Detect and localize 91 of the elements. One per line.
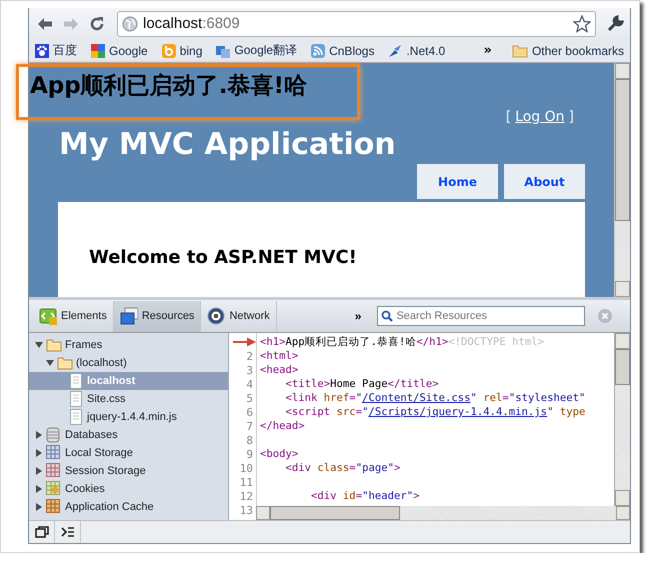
panel-tab[interactable]: Network bbox=[201, 300, 277, 332]
disclosure-triangle-icon[interactable] bbox=[35, 341, 43, 349]
code-line: </head> bbox=[260, 420, 305, 432]
tree-item[interactable]: Session Storage bbox=[29, 462, 228, 480]
disclosure-triangle-icon[interactable] bbox=[35, 449, 43, 457]
document-icon bbox=[68, 391, 84, 407]
line-number: 13 bbox=[240, 504, 253, 516]
panel-tab[interactable]: Elements bbox=[33, 300, 114, 332]
search-field[interactable]: Search Resources bbox=[377, 306, 586, 326]
tree-item[interactable]: Local Storage bbox=[29, 444, 228, 462]
scrollbar[interactable] bbox=[256, 506, 630, 520]
bookmark-link[interactable]: Google翻译 bbox=[216, 42, 298, 59]
overflow-button[interactable]: » bbox=[348, 309, 368, 323]
disclosure-triangle-icon[interactable] bbox=[35, 485, 43, 493]
wrench-icon[interactable] bbox=[606, 14, 624, 32]
line-number: 10 bbox=[240, 462, 253, 474]
tree-item[interactable]: Databases bbox=[29, 426, 228, 444]
overflow-button[interactable]: » bbox=[484, 43, 492, 58]
code-line: <h1>App顺利已启动了.恭喜!哈</h1><!DOCTYPE html> bbox=[260, 336, 544, 348]
code-line: <title>Home Page</title> bbox=[284, 378, 439, 390]
elements-panel-icon bbox=[39, 307, 57, 325]
site-title: My MVC Application bbox=[59, 127, 397, 163]
tree-item[interactable]: Frames bbox=[29, 336, 228, 354]
bookmark-icon bbox=[311, 44, 326, 58]
console-icon bbox=[60, 526, 74, 538]
cookie-icon bbox=[46, 481, 62, 497]
line-number: 12 bbox=[240, 490, 253, 502]
code-line: <link href="/Content/Site.css" rel="stylesheet" bbox=[284, 392, 586, 404]
bookmark-link[interactable]: .Net4.0 bbox=[388, 44, 446, 58]
star-icon[interactable] bbox=[573, 14, 591, 32]
back-icon[interactable] bbox=[37, 16, 53, 30]
network-panel-icon bbox=[207, 307, 226, 325]
reload-icon[interactable] bbox=[89, 16, 105, 32]
document-icon bbox=[68, 409, 84, 425]
line-number: 2 bbox=[246, 350, 253, 362]
line-number: 8 bbox=[246, 434, 253, 446]
grid-icon bbox=[46, 445, 62, 461]
database-icon bbox=[46, 427, 62, 443]
line-number: 7 bbox=[246, 420, 253, 432]
url-text: localhost:6809 bbox=[143, 15, 241, 32]
disclosure-triangle-icon[interactable] bbox=[35, 503, 43, 511]
grid-icon bbox=[46, 499, 62, 515]
bookmark-link[interactable]: bing bbox=[162, 44, 202, 58]
folder-icon bbox=[46, 337, 62, 353]
bookmark-link[interactable]: CnBlogs bbox=[311, 44, 374, 58]
menu-tab[interactable]: About bbox=[504, 164, 585, 199]
line-number: 3 bbox=[246, 364, 253, 376]
log-on-link[interactable]: Log On bbox=[515, 109, 565, 127]
tree-item[interactable]: Cookies bbox=[29, 480, 228, 498]
grid-icon bbox=[46, 463, 62, 479]
bookmark-icon bbox=[162, 44, 176, 58]
disclosure-triangle-icon[interactable] bbox=[35, 431, 43, 439]
disclosure-triangle-icon[interactable] bbox=[46, 359, 54, 367]
code-line: <body> bbox=[260, 448, 298, 460]
menu-tab[interactable]: Home bbox=[417, 164, 498, 199]
bookmark-folder[interactable]: Other bookmarks bbox=[512, 44, 624, 58]
globe-icon bbox=[122, 16, 138, 32]
code-line: <script src="/Scripts/jquery-1.4.4.min.js" type bbox=[284, 406, 586, 418]
code-line: <div class="page"> bbox=[284, 462, 400, 474]
address-bar[interactable]: localhost:6809 bbox=[117, 10, 596, 36]
tree-item[interactable]: jquery-1.4.4.min.js bbox=[29, 408, 228, 426]
code-line: <head> bbox=[260, 364, 298, 376]
tree-item[interactable]: Site.css bbox=[29, 390, 228, 408]
folder-icon bbox=[512, 44, 528, 58]
bookmark-icon bbox=[216, 44, 230, 58]
disclosure-triangle-icon[interactable] bbox=[35, 467, 43, 475]
document-icon bbox=[68, 373, 84, 389]
line-number: 9 bbox=[246, 448, 253, 460]
bookmark-link[interactable]: 百度 bbox=[35, 42, 77, 59]
code-line: <div id="header"> bbox=[310, 490, 420, 502]
bookmark-icon bbox=[35, 44, 49, 58]
tree-item[interactable]: Application Cache bbox=[29, 498, 228, 516]
resources-panel-icon bbox=[120, 307, 138, 325]
welcome-heading: Welcome to ASP.NET MVC! bbox=[89, 247, 358, 268]
line-number: 5 bbox=[246, 392, 253, 404]
bookmark-icon bbox=[91, 44, 105, 58]
page-heading: App顺利已启动了.恭喜!哈 bbox=[30, 72, 307, 101]
search-icon bbox=[381, 310, 394, 322]
bookmark-link[interactable]: Google bbox=[91, 44, 148, 58]
scrollbar[interactable] bbox=[614, 333, 630, 506]
line-number: 11 bbox=[240, 476, 253, 488]
window-icon bbox=[34, 526, 48, 538]
tree-item[interactable]: (localhost) bbox=[29, 354, 228, 372]
line-number: 4 bbox=[246, 378, 253, 390]
line-number: 6 bbox=[246, 406, 253, 418]
bracket: [ bbox=[506, 109, 512, 127]
code-line: <html> bbox=[260, 350, 298, 362]
bookmark-icon bbox=[388, 44, 402, 58]
scrollbar[interactable] bbox=[614, 63, 630, 297]
panel-tab[interactable]: Resources bbox=[114, 300, 202, 332]
bracket: ] bbox=[568, 109, 574, 127]
